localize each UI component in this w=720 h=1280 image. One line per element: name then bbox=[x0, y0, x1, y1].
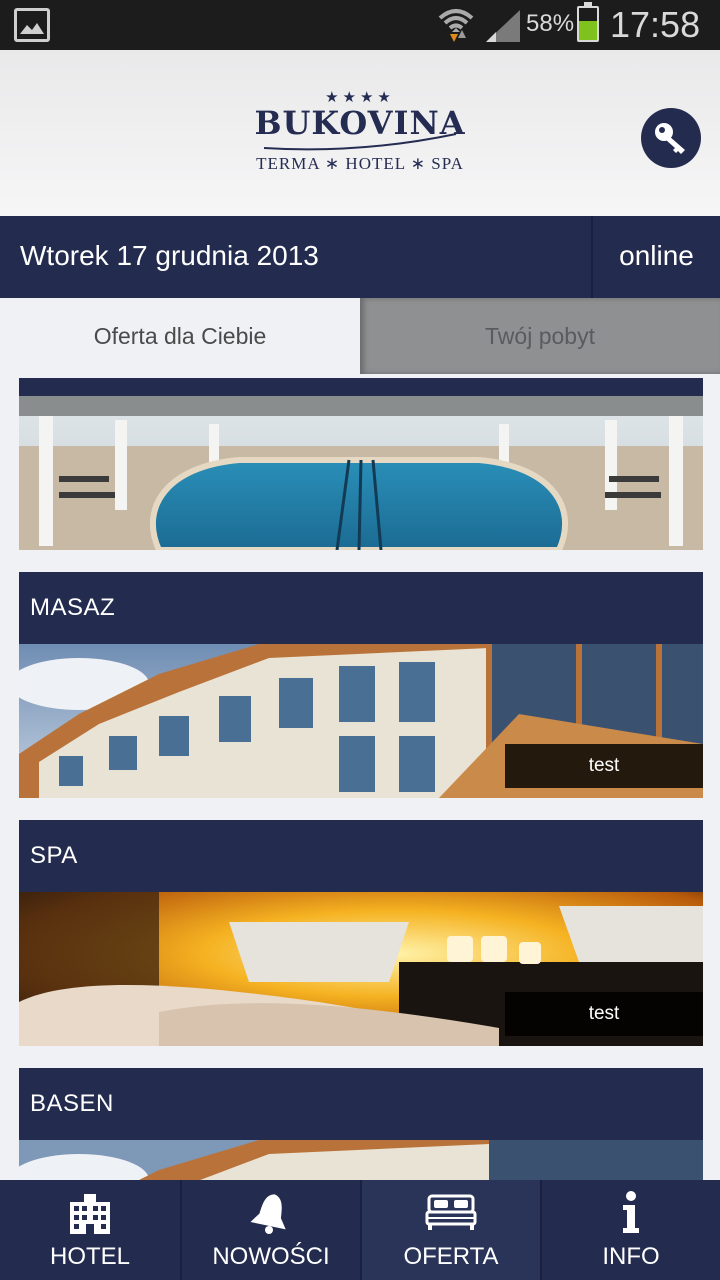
offer-image-spa: test bbox=[19, 892, 703, 1046]
nav-label: NOWOŚCI bbox=[212, 1243, 330, 1270]
key-icon bbox=[655, 123, 685, 154]
battery-percent: 58% bbox=[526, 10, 575, 37]
bell-icon bbox=[250, 1194, 286, 1234]
nav-label: HOTEL bbox=[49, 1243, 130, 1270]
key-button[interactable] bbox=[641, 108, 701, 168]
offer-image-pool bbox=[19, 396, 703, 550]
bukovina-logo[interactable]: ★★★★ BUKOVINA TERMA ∗ HOTEL ∗ SPA bbox=[250, 88, 470, 174]
logo-subtitle: TERMA ∗ HOTEL ∗ SPA bbox=[256, 154, 464, 173]
battery-fill bbox=[579, 21, 597, 40]
offer-image-basen bbox=[19, 1140, 703, 1180]
logo-swoosh bbox=[263, 133, 457, 151]
current-date: Wtorek 17 grudnia 2013 bbox=[20, 240, 319, 271]
nav-hotel[interactable]: HOTEL bbox=[0, 1180, 180, 1280]
signal-icon bbox=[486, 10, 520, 42]
offer-title: SPA bbox=[30, 842, 78, 869]
offer-list[interactable]: MASAZ test SPA test BASEN bbox=[0, 374, 720, 1180]
offer-card-basen[interactable]: BASEN bbox=[19, 1068, 703, 1180]
online-status[interactable]: online bbox=[593, 240, 720, 272]
offer-card-masaz[interactable]: MASAZ test bbox=[19, 572, 703, 798]
app-header: ★★★★ BUKOVINA TERMA ∗ HOTEL ∗ SPA bbox=[0, 50, 720, 216]
nav-label: OFERTA bbox=[403, 1243, 499, 1270]
status-bar: 58% 17:58 bbox=[0, 0, 720, 50]
tab-twoj-pobyt[interactable]: Twój pobyt bbox=[360, 298, 720, 374]
nav-oferta[interactable]: OFERTA bbox=[360, 1180, 540, 1280]
nav-nowosci[interactable]: NOWOŚCI bbox=[180, 1180, 360, 1280]
offer-card-spa[interactable]: SPA test bbox=[19, 820, 703, 1046]
clock-time: 17:58 bbox=[610, 4, 701, 45]
wifi-icon bbox=[438, 9, 474, 42]
offer-caption: test bbox=[505, 744, 703, 788]
info-icon bbox=[623, 1191, 639, 1233]
offer-title: MASAZ bbox=[30, 594, 116, 621]
battery-icon bbox=[577, 2, 599, 42]
bottom-navigation: HOTEL NOWOŚCI OFERTA INFO bbox=[0, 1180, 720, 1280]
building-icon bbox=[70, 1194, 110, 1234]
date-bar: Wtorek 17 grudnia 2013 online bbox=[0, 216, 720, 298]
nav-label: INFO bbox=[602, 1243, 660, 1270]
offer-title: BASEN bbox=[30, 1090, 114, 1117]
offer-card[interactable] bbox=[19, 378, 703, 550]
offer-image-hotel: test bbox=[19, 644, 703, 798]
nav-info[interactable]: INFO bbox=[540, 1180, 720, 1280]
tab-oferta-dla-ciebie[interactable]: Oferta dla Ciebie bbox=[0, 298, 360, 374]
image-icon bbox=[14, 8, 50, 42]
tab-bar: Oferta dla Ciebie Twój pobyt bbox=[0, 298, 720, 374]
offer-caption: test bbox=[505, 992, 703, 1036]
bed-icon bbox=[425, 1194, 477, 1230]
